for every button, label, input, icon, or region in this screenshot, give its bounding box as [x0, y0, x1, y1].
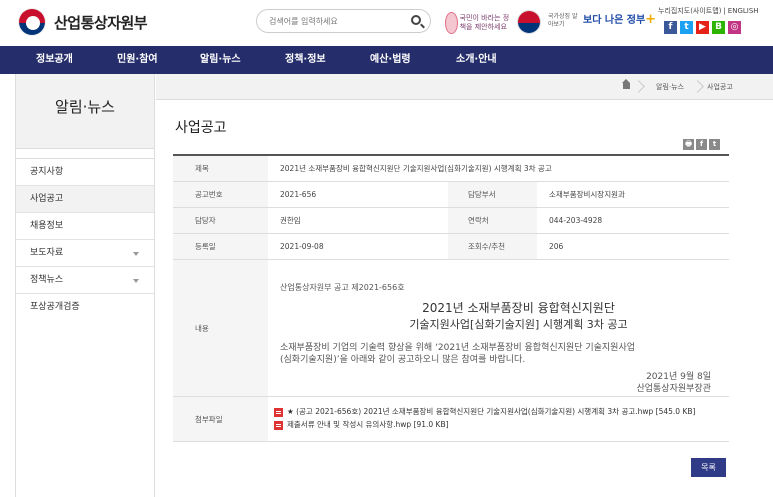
table-row: 담당자 권한임 연락처 044-203-4928	[173, 208, 729, 234]
twitter-icon[interactable]: t	[680, 21, 693, 34]
sidebar-item-label: 보도자료	[30, 248, 64, 258]
taegeuk-logo-icon	[18, 8, 46, 36]
facebook-share-icon[interactable]: f	[696, 139, 707, 150]
breadcrumb-news[interactable]: 알림·뉴스	[656, 82, 684, 92]
hwp-file-icon	[274, 421, 283, 430]
nav-item-info[interactable]: 정보공개	[36, 46, 73, 74]
nav-item-budget[interactable]: 예산·법령	[370, 46, 411, 74]
table-row: 첨부파일 ★ (공고 2021-656호) 2021년 소재부품장비 융합혁신지…	[173, 397, 729, 442]
better-government-banner[interactable]: 보다 나은 정부+	[583, 11, 656, 27]
hwp-file-icon	[274, 408, 283, 417]
national-symbol-link[interactable]: 국가상징 알아보기	[548, 13, 578, 29]
site-header: 산업통상자원부 국민이 바라는 정책을 제안하세요 국가상징 알아보기 보다 나…	[0, 0, 773, 46]
notice-content: 산업통상자원부 공고 제2021-656호 2021년 소재부품장비 융합혁신지…	[268, 260, 729, 396]
attachment-item[interactable]: ★ (공고 2021-656호) 2021년 소재부품장비 융합혁신지원단 기술…	[274, 407, 723, 417]
search-box	[256, 9, 431, 33]
main-content: 알림·뉴스 사업공고 사업공고 🖶 f t 제목 2021년 소재부품장비 융합…	[156, 74, 773, 497]
content-issuer: 산업통상자원부장관	[636, 384, 711, 394]
breadcrumb-current[interactable]: 사업공고	[707, 82, 733, 92]
search-icon[interactable]	[411, 15, 421, 25]
page-title: 사업공고	[175, 120, 227, 136]
sidebar-item-notice[interactable]: 공지사항	[16, 159, 154, 186]
sidebar-item-label: 정책뉴스	[30, 275, 64, 285]
attachment-link[interactable]: 제출서류 안내 및 작성시 유의사항.hwp [91.0 KB]	[287, 420, 449, 430]
table-row: 내용 산업통상자원부 공고 제2021-656호 2021년 소재부품장비 융합…	[173, 260, 729, 397]
sidebar-item-press[interactable]: 보도자료	[16, 240, 154, 267]
content-body-line2: (심화기술지원)’을 아래와 같이 공고하오니 많은 참여를 바랍니다.	[280, 355, 526, 365]
content-label: 내용	[173, 260, 268, 396]
date-value: 2021-09-08	[280, 242, 324, 251]
share-tools: 🖶 f t	[683, 139, 720, 150]
content-signature: 2021년 9월 8일 산업통상자원부장관	[280, 371, 717, 395]
table-row: 공고번호 2021-656 담당부서 소재부품장비시장지원과	[173, 182, 729, 208]
sidebar-menu: 공지사항 사업공고 채용정보 보도자료 정책뉴스 포상공개검증	[16, 159, 154, 321]
print-icon[interactable]: 🖶	[683, 139, 694, 150]
views-label: 조회수/추천	[448, 234, 537, 259]
logo-text: 산업통상자원부	[54, 13, 148, 32]
attachment-list: ★ (공고 2021-656호) 2021년 소재부품장비 융합혁신지원단 기술…	[268, 397, 729, 441]
date-label: 등록일	[173, 234, 268, 259]
better-government-text: 보다 나은 정부	[583, 15, 646, 26]
contact-value: 044-203-4928	[549, 216, 603, 225]
nav-item-news[interactable]: 알림·뉴스	[200, 46, 241, 74]
notice-detail-table: 제목 2021년 소재부품장비 융합혁신지원단 기술지원사업(심화기술지원) 시…	[173, 154, 729, 442]
proposal-banner-text: 국민이 바라는 정책을 제안하세요	[459, 14, 510, 31]
manager-value: 권한임	[280, 216, 301, 225]
sidebar-divider	[16, 149, 154, 159]
views-value: 206	[549, 242, 564, 251]
youtube-icon[interactable]: ▶	[696, 21, 709, 34]
utility-links: 누리집지도(사이트맵) | ENGLISH	[658, 7, 759, 15]
content-title-line2: 기술지원사업[심화기술지원] 시행계획 3차 공고	[409, 318, 628, 331]
instagram-icon[interactable]: ◎	[728, 21, 741, 34]
title-label: 제목	[173, 156, 268, 181]
notice-no-value: 2021-656	[280, 190, 317, 199]
sidebar-title: 알림·뉴스	[55, 98, 115, 116]
proposal-banner[interactable]: 국민이 바라는 정책을 제안하세요	[445, 9, 511, 37]
manager-label: 담당자	[173, 208, 268, 233]
dept-value: 소재부품장비시장지원과	[549, 190, 625, 199]
sitemap-link[interactable]: 누리집지도(사이트맵)	[658, 7, 721, 15]
dept-label: 담당부서	[448, 182, 537, 207]
chevron-down-icon	[133, 252, 139, 256]
proposal-banner-icon	[445, 12, 458, 34]
attach-label: 첨부파일	[173, 397, 268, 441]
title-value: 2021년 소재부품장비 융합혁신지원단 기술지원사업(심화기술지원) 시행계획…	[280, 164, 552, 173]
breadcrumb: 알림·뉴스 사업공고	[156, 74, 773, 100]
twitter-share-icon[interactable]: t	[709, 139, 720, 150]
breadcrumb-separator-icon	[693, 76, 703, 98]
nav-item-civil[interactable]: 민원·참여	[117, 46, 158, 74]
content-body: 소재부품장비 기업의 기술력 향상을 위해 ‘2021년 소재부품장비 융합혁신…	[280, 342, 717, 366]
table-row: 제목 2021년 소재부품장비 융합혁신지원단 기술지원사업(심화기술지원) 시…	[173, 156, 729, 182]
chevron-down-icon	[133, 279, 139, 283]
content-title-line1: 2021년 소재부품장비 융합혁신지원단	[422, 301, 615, 315]
facebook-icon[interactable]: f	[664, 21, 677, 34]
sidebar-item-award[interactable]: 포상공개검증	[16, 294, 154, 321]
content-date: 2021년 9월 8일	[646, 372, 711, 382]
search-input[interactable]	[269, 14, 409, 29]
main-nav: 정보공개 민원·참여 알림·뉴스 정책·정보 예산·법령 소개·안내	[0, 46, 773, 74]
home-icon[interactable]	[622, 79, 630, 89]
notice-no-label: 공고번호	[173, 182, 268, 207]
sidebar-item-business-notice[interactable]: 사업공고	[16, 186, 154, 213]
sns-links: f t ▶ B ◎	[664, 21, 741, 34]
attachment-item[interactable]: 제출서류 안내 및 작성시 유의사항.hwp [91.0 KB]	[274, 420, 723, 430]
content-notice-no: 산업통상자원부 공고 제2021-656호	[280, 283, 405, 292]
english-link[interactable]: ENGLISH	[728, 7, 759, 15]
content-body-line1: 소재부품장비 기업의 기술력 향상을 위해 ‘2021년 소재부품장비 융합혁신…	[280, 343, 636, 353]
nav-item-about[interactable]: 소개·안내	[456, 46, 497, 74]
list-button[interactable]: 목록	[691, 458, 726, 477]
sidebar-item-policy-news[interactable]: 정책뉴스	[16, 267, 154, 294]
attachment-link[interactable]: ★ (공고 2021-656호) 2021년 소재부품장비 융합혁신지원단 기술…	[287, 407, 695, 417]
sidebar-item-recruit[interactable]: 채용정보	[16, 213, 154, 240]
blog-icon[interactable]: B	[712, 21, 725, 34]
table-row: 등록일 2021-09-08 조회수/추천 206	[173, 234, 729, 260]
contact-label: 연락처	[448, 208, 537, 233]
site-logo[interactable]: 산업통상자원부	[18, 8, 148, 36]
national-symbol-icon[interactable]	[517, 10, 541, 34]
sidebar-header: 알림·뉴스	[16, 74, 154, 149]
breadcrumb-separator-icon	[634, 76, 644, 98]
sidebar: 알림·뉴스 공지사항 사업공고 채용정보 보도자료 정책뉴스 포상공개검증	[15, 74, 155, 497]
nav-item-policy[interactable]: 정책·정보	[285, 46, 326, 74]
